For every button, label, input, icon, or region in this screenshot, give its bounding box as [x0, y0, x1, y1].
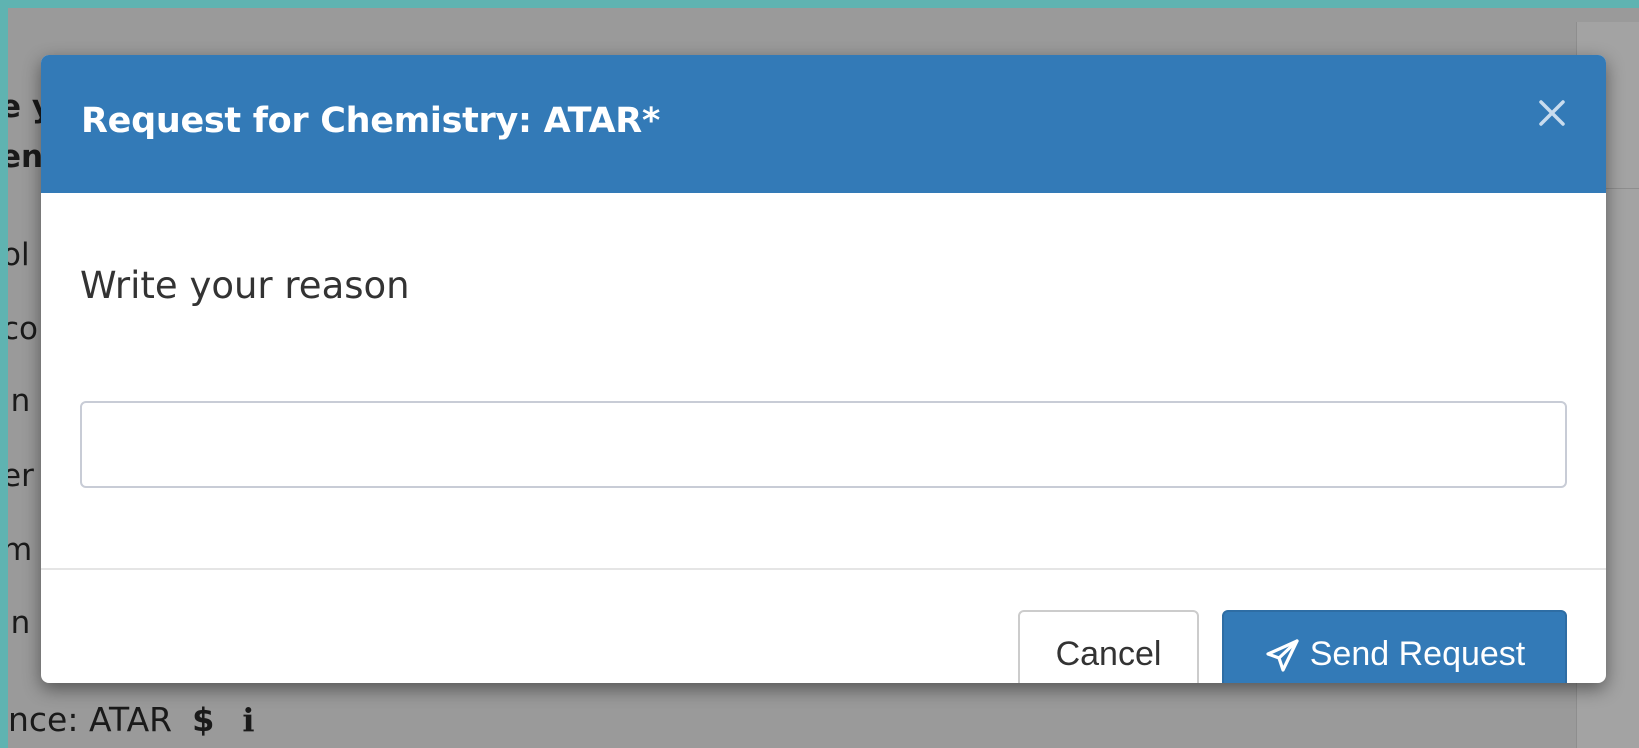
- background-text-fragment: en: [8, 139, 44, 175]
- background-text-fragment: m: [8, 532, 33, 568]
- send-request-label: Send Request: [1309, 635, 1526, 673]
- dollar-icon: $: [192, 700, 215, 739]
- background-course-text: nce: ATAR: [8, 700, 173, 739]
- close-icon: [1539, 100, 1565, 126]
- cancel-button-label: Cancel: [1055, 635, 1162, 673]
- reason-input[interactable]: [80, 401, 1567, 488]
- paper-plane-icon: [1266, 638, 1299, 672]
- background-text-fragment: in: [8, 605, 31, 641]
- send-request-button[interactable]: Send Request: [1222, 610, 1567, 683]
- background-text-fragment: in: [8, 383, 31, 419]
- modal-header: Request for Chemistry: ATAR*: [41, 55, 1606, 193]
- info-icon: i: [242, 700, 255, 739]
- reason-label: Write your reason: [80, 264, 410, 307]
- modal-title: Request for Chemistry: ATAR*: [81, 101, 660, 141]
- request-modal: Request for Chemistry: ATAR* Write your …: [41, 55, 1606, 683]
- background-course-line: nce: ATAR $ i: [8, 700, 255, 739]
- background-text-fragment: co: [8, 311, 39, 347]
- modal-footer: Cancel Send Request: [41, 570, 1606, 683]
- modal-body: Write your reason: [41, 193, 1606, 569]
- background-text-fragment: ol: [8, 237, 30, 273]
- cancel-button[interactable]: Cancel: [1018, 610, 1199, 683]
- background-text-fragment: er: [8, 458, 34, 494]
- close-button[interactable]: [1532, 93, 1572, 133]
